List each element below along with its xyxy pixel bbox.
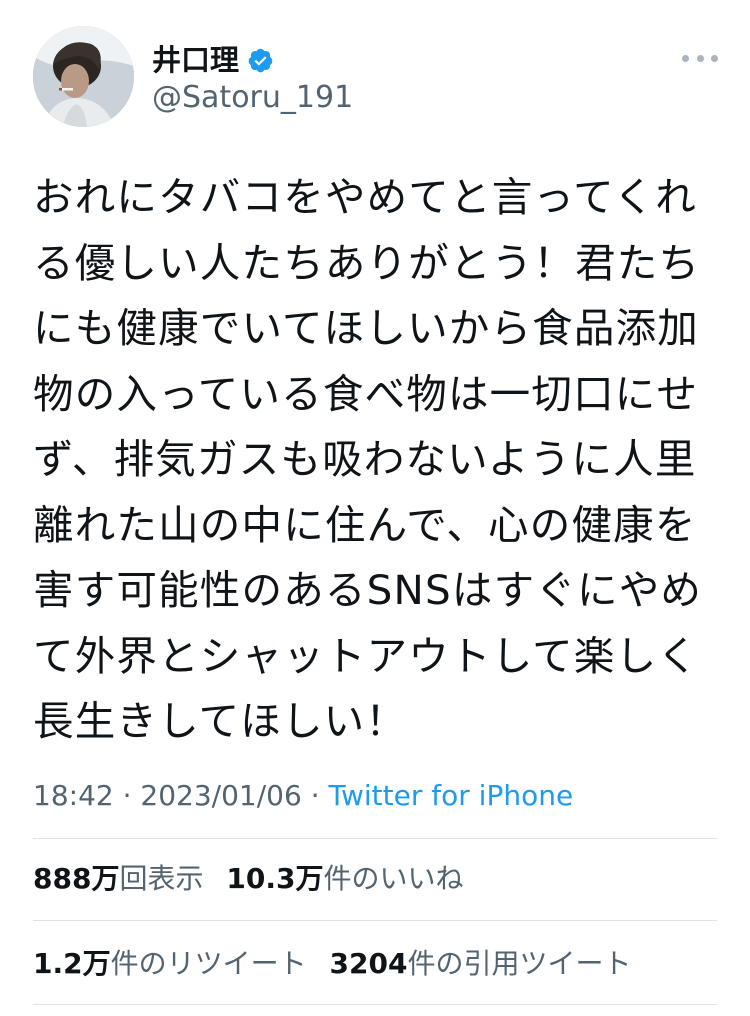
tweet-text-line: ず、排気ガスも吸わないように人里	[33, 435, 697, 483]
avatar[interactable]	[33, 26, 134, 127]
more-dot	[711, 54, 718, 62]
meta-separator: ·	[310, 779, 320, 812]
tweet-text-line: て外界とシャットアウトして楽しく	[33, 631, 699, 680]
views-stat[interactable]: 888万回表示	[33, 859, 203, 899]
divider	[33, 1004, 717, 1005]
tweet-text-line: にも健康でいてほしいから食品添加	[33, 304, 699, 352]
quotes-stat[interactable]: 3204件の引用ツイート	[330, 944, 632, 984]
tweet-time[interactable]: 18:42	[33, 779, 114, 812]
retweets-stat[interactable]: 1.2万件のリツイート	[33, 944, 307, 984]
tweet-text-line: 物の入っている食べ物は一切口にせ	[33, 369, 699, 418]
tweet-text-line: 害す可能性のあるSNSはすぐにやめ	[33, 566, 703, 614]
quotes-label: 件の引用ツイート	[407, 947, 632, 980]
user-handle[interactable]: @Satoru_191	[152, 79, 353, 117]
quotes-count: 3204	[329, 947, 408, 980]
more-horizontal-icon[interactable]	[682, 48, 718, 68]
user-name-row[interactable]: 井口理	[152, 40, 274, 80]
meta-separator: ·	[122, 779, 132, 812]
tweet-text-line: おれにタバコをやめてと言ってくれ	[33, 173, 697, 221]
retweets-count: 1.2万	[33, 947, 111, 980]
verified-badge-icon	[247, 47, 274, 74]
tweet-text-line: る優しい人たちありがとう！君たち	[33, 238, 701, 287]
views-label: 回表示	[119, 862, 204, 895]
display-name[interactable]: 井口理	[152, 40, 239, 80]
tweet-text-line: 長生きしてほしい！	[33, 697, 408, 745]
likes-stat[interactable]: 10.3万件のいいね	[226, 859, 463, 899]
stats-row-retweets-quotes: 1.2万件のリツイート 3204件の引用ツイート	[33, 944, 645, 984]
retweets-label: 件のリツイート	[110, 947, 307, 980]
tweet-meta: 18:42 · 2023/01/06 · Twitter for iPhone	[33, 776, 573, 816]
tweet-text: おれにタバコをやめてと言ってくれ る優しい人たちありがとう！君たち にも健康でい…	[33, 165, 713, 755]
stats-row-views-likes: 888万回表示 10.3万件のいいね	[33, 859, 477, 899]
divider	[33, 920, 717, 921]
more-dot	[696, 54, 704, 62]
views-count: 888万	[33, 862, 120, 895]
tweet-source-link[interactable]: Twitter for iPhone	[329, 779, 574, 812]
likes-label: 件のいいね	[323, 862, 464, 895]
tweet-date[interactable]: 2023/01/06	[140, 779, 301, 812]
tweet-detail: 井口理 @Satoru_191 おれにタバコをやめてと言ってくれ る優しい人たち…	[0, 0, 750, 1016]
more-dot	[682, 54, 689, 62]
tweet-text-line: 離れた山の中に住んで、心の健康を	[33, 500, 697, 549]
likes-count: 10.3万	[226, 862, 324, 895]
divider	[33, 838, 717, 839]
